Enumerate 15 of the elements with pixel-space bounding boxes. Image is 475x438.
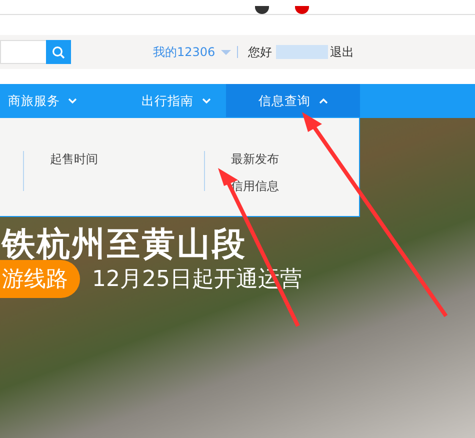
search-field[interactable] (0, 40, 46, 64)
caret-icon (221, 50, 232, 54)
menu-item[interactable]: 最新发布 (230, 151, 359, 168)
search-button[interactable] (46, 40, 71, 64)
chevron-up-icon (318, 98, 328, 104)
blurred-username (276, 45, 328, 59)
logout-link[interactable]: 退出 (330, 44, 354, 60)
nav-tab[interactable]: 信息查询 (226, 84, 360, 118)
menu-item[interactable]: 起售时间 (50, 151, 204, 168)
chevron-down-icon (202, 98, 210, 104)
toolbar-icon[interactable] (255, 6, 269, 14)
greeting-text: 您好 (248, 44, 272, 60)
banner-tag: 游线路 (0, 260, 80, 298)
search-icon (52, 46, 65, 58)
chevron-down-icon (68, 98, 77, 104)
